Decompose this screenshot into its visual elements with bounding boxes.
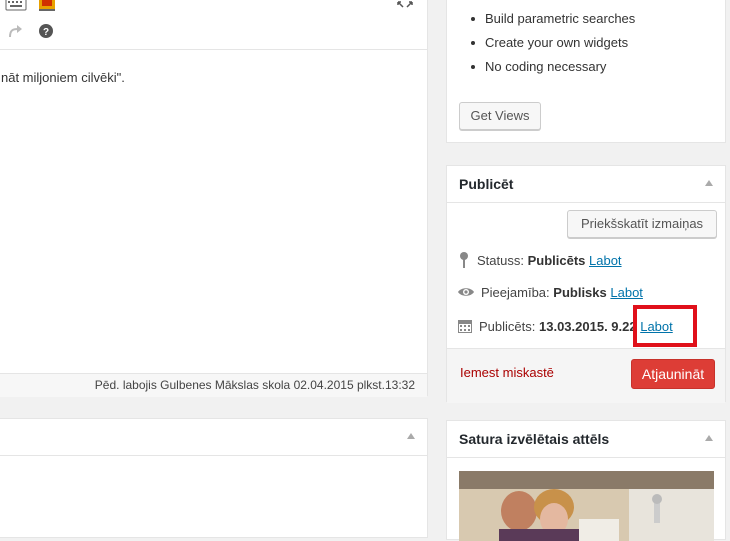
publish-title: Publicēt: [459, 176, 514, 192]
status-label: Statuss:: [477, 252, 524, 268]
views-feature-list: Build parametric searches Create your ow…: [461, 7, 635, 79]
get-views-button[interactable]: Get Views: [459, 102, 541, 130]
views-promo-box: Build parametric searches Create your ow…: [446, 0, 726, 143]
toggle-arrow-icon[interactable]: [705, 180, 713, 186]
toggle-arrow-icon[interactable]: [705, 435, 713, 441]
featured-image-thumbnail[interactable]: [459, 471, 714, 541]
published-value: 13.03.2015. 9.22: [539, 318, 637, 334]
edit-status-link[interactable]: Labot: [589, 253, 622, 268]
featured-image-box: Satura izvēlētais attēls: [446, 420, 726, 541]
status-row: Statuss: Publicēts Labot: [457, 251, 622, 272]
list-item: No coding necessary: [461, 55, 635, 79]
eye-icon: [457, 286, 475, 301]
fullscreen-icon[interactable]: [397, 0, 413, 14]
visibility-row: Pieejamība: Publisks Labot: [457, 285, 643, 301]
meta-box-left: [0, 418, 428, 538]
redo-icon[interactable]: [7, 24, 23, 41]
visibility-label: Pieejamība:: [481, 285, 550, 300]
help-icon[interactable]: ?: [39, 24, 53, 41]
published-label: Publicēts:: [479, 318, 536, 334]
editor-toolbar: ?: [0, 0, 427, 50]
color-icon[interactable]: [39, 0, 55, 14]
last-edited-text: Pēd. labojis Gulbenes Mākslas skola 02.0…: [94, 378, 415, 392]
meta-box-header[interactable]: [0, 419, 427, 456]
publish-box: Publicēt Priekšskatīt izmaiņas Statuss: …: [446, 165, 726, 403]
featured-image-title: Satura izvēlētais attēls: [459, 431, 610, 447]
edit-visibility-link[interactable]: Labot: [610, 285, 643, 300]
pin-icon: [457, 251, 471, 272]
publish-box-header[interactable]: Publicēt: [447, 166, 725, 203]
list-item: Create your own widgets: [461, 31, 635, 55]
visibility-value: Publisks: [553, 285, 607, 300]
update-button[interactable]: Atjaunināt: [631, 359, 715, 389]
editor-content[interactable]: nāt miljoniem cilvēki".: [1, 70, 125, 85]
keyboard-icon[interactable]: [5, 0, 27, 14]
highlight-box: [633, 305, 697, 347]
toggle-arrow-icon[interactable]: [407, 433, 415, 439]
preview-changes-button[interactable]: Priekšskatīt izmaiņas: [567, 210, 717, 238]
editor-status-bar: Pēd. labojis Gulbenes Mākslas skola 02.0…: [0, 373, 427, 397]
post-editor: ? nāt miljoniem cilvēki". Pēd. labojis G…: [0, 0, 428, 397]
publish-actions: Iemest miskastē Atjaunināt: [447, 348, 725, 403]
calendar-icon: [457, 318, 473, 337]
move-to-trash-link[interactable]: Iemest miskastē: [460, 365, 554, 380]
status-value: Publicēts: [527, 252, 586, 268]
list-item: Build parametric searches: [461, 7, 635, 31]
svg-text:?: ?: [43, 27, 49, 38]
featured-image-header[interactable]: Satura izvēlētais attēls: [447, 421, 725, 458]
